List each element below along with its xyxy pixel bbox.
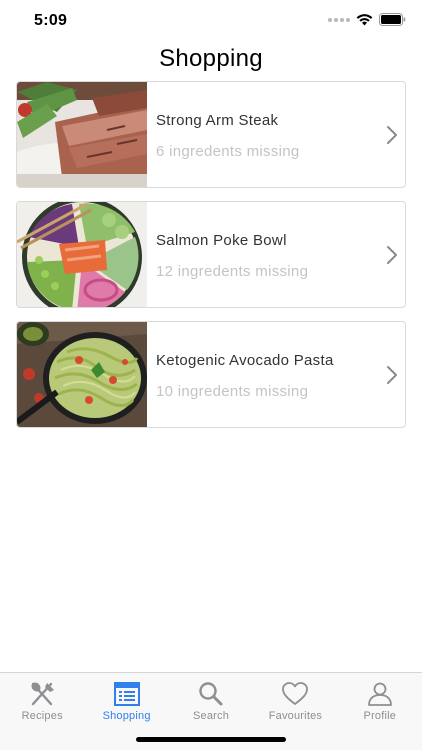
tab-profile[interactable]: Profile — [338, 673, 422, 750]
wifi-icon — [356, 13, 373, 26]
tab-label: Profile — [363, 710, 397, 722]
status-time: 5:09 — [34, 12, 68, 29]
recipe-name: Salmon Poke Bowl — [156, 232, 287, 249]
recipe-image-poke-bowl — [17, 202, 147, 307]
recipe-image-avocado-pasta — [17, 322, 147, 427]
shopping-list-icon — [113, 681, 141, 707]
ingredients-missing-count: 12 ingredents missing — [156, 263, 309, 280]
status-bar: 5:09 — [0, 0, 422, 44]
ingredients-missing-count: 10 ingredents missing — [156, 383, 309, 400]
chevron-right-icon — [386, 365, 398, 385]
tab-label: Search — [192, 710, 230, 722]
person-icon — [366, 681, 394, 707]
page-title: Shopping — [159, 45, 263, 72]
recipe-card-body: Salmon Poke Bowl 12 ingredents missing — [147, 202, 405, 307]
recipe-card-body: Strong Arm Steak 6 ingredents missing — [147, 82, 405, 187]
chevron-right-icon — [386, 125, 398, 145]
tab-label: Recipes — [21, 710, 63, 722]
heart-icon — [281, 681, 309, 707]
recipe-image-steak — [17, 82, 147, 187]
recipe-name: Strong Arm Steak — [156, 112, 279, 129]
fork-knife-icon — [28, 681, 56, 707]
status-indicators — [328, 13, 406, 26]
battery-icon — [379, 13, 406, 26]
cellular-signal-icon — [328, 17, 350, 22]
recipe-card[interactable]: Ketogenic Avocado Pasta 10 ingredents mi… — [16, 321, 406, 428]
tab-label: Favourites — [268, 710, 323, 722]
recipe-card[interactable]: Salmon Poke Bowl 12 ingredents missing — [16, 201, 406, 308]
recipe-card[interactable]: Strong Arm Steak 6 ingredents missing — [16, 81, 406, 188]
recipe-card-body: Ketogenic Avocado Pasta 10 ingredents mi… — [147, 322, 405, 427]
search-icon — [197, 681, 225, 707]
recipe-name: Ketogenic Avocado Pasta — [156, 352, 334, 369]
recipe-list: Strong Arm Steak 6 ingredents missing Sa… — [16, 81, 406, 441]
chevron-right-icon — [386, 245, 398, 265]
ingredients-missing-count: 6 ingredents missing — [156, 143, 300, 160]
tab-label: Shopping — [102, 710, 151, 722]
home-indicator — [136, 737, 286, 742]
tab-recipes[interactable]: Recipes — [0, 673, 84, 750]
